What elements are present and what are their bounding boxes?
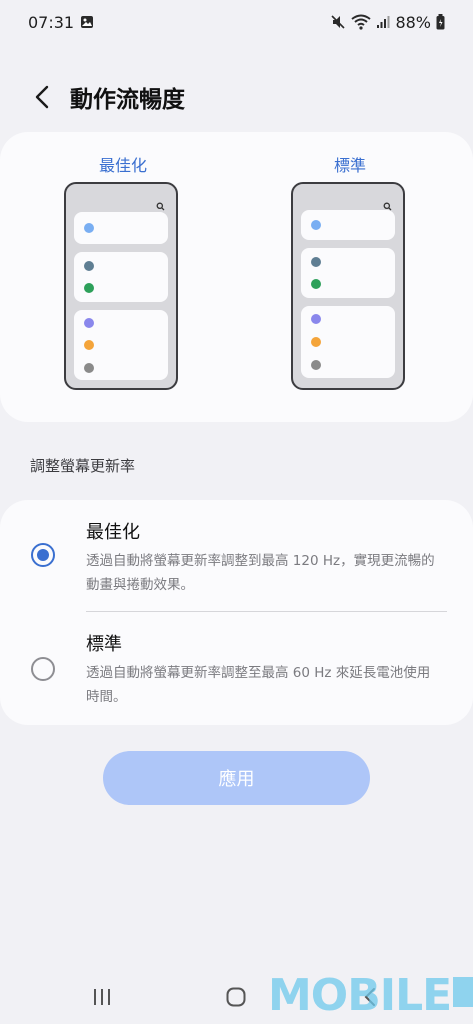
watermark-logo: MOBILE [268,972,473,1020]
option-description: 透過自動將螢幕更新率調整到最高 120 Hz，實現更流暢的動畫與捲動效果。 [86,553,435,593]
wifi-icon [351,14,372,30]
preview-tile [74,252,168,302]
apply-button[interactable]: 應用 [103,751,370,805]
preview-dot [311,257,321,267]
status-time: 07:31 [28,12,75,32]
header: 動作流暢度 [0,72,473,122]
preview-tile [301,210,395,240]
section-label: 調整螢幕更新率 [30,457,136,475]
status-bar: 07:31 88% [0,0,473,44]
preview-dot [84,261,94,271]
home-button[interactable] [216,982,256,1012]
preview-tile [74,310,168,380]
preview-label-optimized: 最佳化 [98,156,147,175]
preview-tile [301,306,395,378]
preview-tile [74,212,168,244]
preview-dot [84,318,94,328]
back-arrow-icon [32,84,52,110]
battery-icon [436,14,445,30]
preview-dot [311,279,321,289]
battery-percentage: 88% [395,12,431,32]
option-description: 透過自動將螢幕更新率調整至最高 60 Hz 來延長電池使用時間。 [86,665,431,705]
preview-dot [84,283,94,293]
signal-icon [376,15,390,29]
preview-tile [301,248,395,298]
preview-dot [84,340,94,350]
preview-dot [311,337,321,347]
watermark-bubble-icon [453,977,473,1007]
status-left: 07:31 [28,13,94,32]
page-title: 動作流暢度 [70,87,185,113]
recents-button[interactable] [82,982,122,1012]
radio-standard-unselected[interactable] [31,657,55,681]
option-title: 標準 [86,634,122,655]
preview-dot [311,220,321,230]
preview-dot [84,363,94,373]
radio-optimized-selected[interactable] [31,543,55,567]
preview-dot [311,314,321,324]
gallery-notification-icon [80,15,94,29]
option-title: 最佳化 [86,522,140,543]
preview-dot [311,360,321,370]
watermark-text: MOBILE [268,970,452,1021]
option-optimized[interactable]: 最佳化 透過自動將螢幕更新率調整到最高 120 Hz，實現更流暢的動畫與捲動效果… [0,518,473,613]
preview-card: 最佳化 標準 [0,132,473,422]
divider [86,611,447,612]
mute-icon [330,14,346,30]
phone-illustration-optimized [64,182,178,390]
status-right: 88% [330,13,445,32]
recents-icon [91,987,113,1007]
phone-illustration-standard [291,182,405,390]
home-icon [225,986,247,1008]
preview-dot [84,223,94,233]
refresh-rate-options: 最佳化 透過自動將螢幕更新率調整到最高 120 Hz，實現更流暢的動畫與捲動效果… [0,500,473,725]
preview-label-standard: 標準 [333,156,366,175]
option-standard[interactable]: 標準 透過自動將螢幕更新率調整至最高 60 Hz 來延長電池使用時間。 [0,630,473,720]
back-button[interactable] [22,77,62,117]
